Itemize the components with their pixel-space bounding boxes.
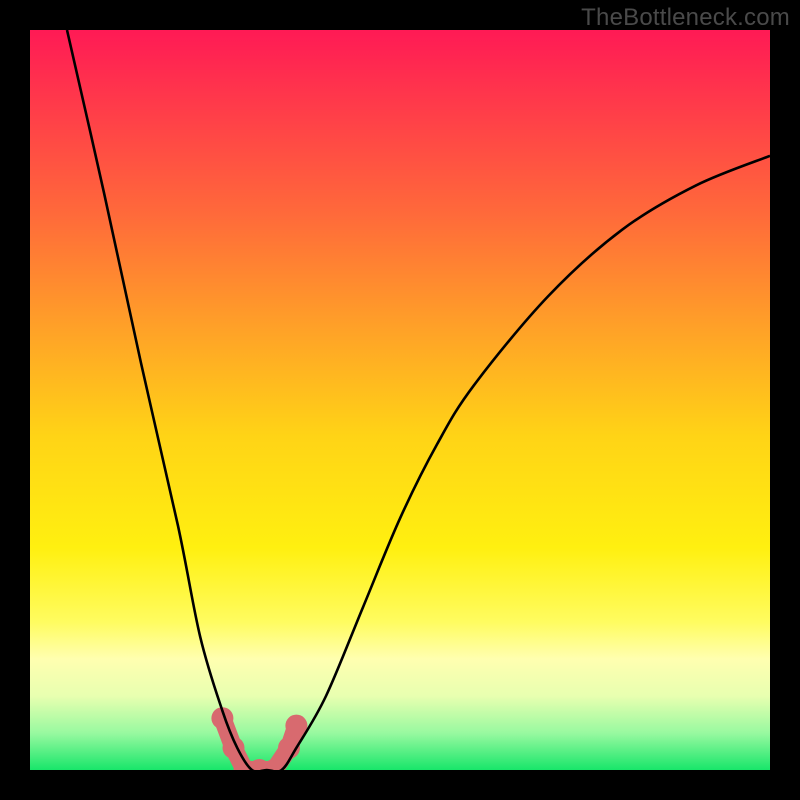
chart-svg <box>30 30 770 770</box>
bottleneck-curve-line <box>67 30 770 770</box>
watermark-text: TheBottleneck.com <box>581 4 790 32</box>
plot-area <box>30 30 770 770</box>
marker-dots-group <box>211 707 307 770</box>
